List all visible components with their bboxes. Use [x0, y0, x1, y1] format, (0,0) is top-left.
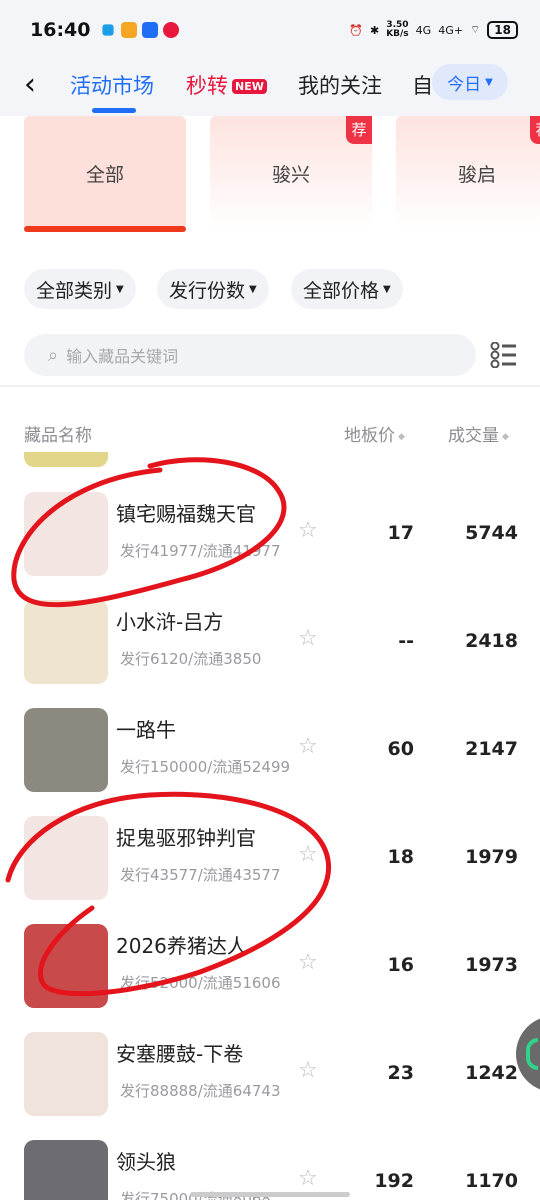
search-icon: ⌕ [48, 344, 59, 366]
caret-down-icon: ▼ [249, 283, 257, 295]
bluetooth-icon: ✱ [369, 23, 380, 37]
partial-thumbnail [24, 452, 108, 467]
item-floor-price: 192 [374, 1170, 414, 1192]
filter-issue-count[interactable]: 发行份数 ▼ [157, 269, 269, 309]
caret-down-icon: ▼ [116, 283, 124, 295]
filter-category[interactable]: 全部类别 ▼ [24, 269, 136, 309]
top-nav: ‹ 活动市场 秒转 NEW 我的关注 自 今日 ▼ [0, 60, 540, 116]
search-input[interactable]: ⌕ 输入藏品关键词 [24, 334, 476, 376]
item-volume: 1242 [465, 1062, 518, 1084]
divider [0, 385, 540, 387]
item-floor-price: 23 [387, 1062, 414, 1084]
item-floor-price: -- [398, 630, 414, 652]
item-issue-info: 发行41977/流通41977 [120, 542, 281, 560]
app-notification-icon [102, 24, 115, 36]
sort-icon: ◆ [398, 432, 405, 442]
item-volume: 1170 [465, 1170, 518, 1192]
caret-down-icon: ▼ [485, 76, 493, 88]
item-floor-price: 17 [387, 522, 414, 544]
column-name-header: 藏品名称 [24, 426, 92, 446]
item-thumbnail [24, 1140, 108, 1200]
item-volume: 2418 [465, 630, 518, 652]
item-issue-info: 发行6120/流通3850 [120, 650, 262, 668]
app-notification-icon [121, 22, 138, 38]
signal-icon: 4G [415, 23, 432, 37]
column-volume-header[interactable]: 成交量 ◆ [448, 421, 509, 446]
home-indicator [190, 1192, 350, 1197]
app-notification-icon [163, 22, 180, 38]
status-time: 16:40 [30, 19, 91, 41]
favorite-star-icon[interactable]: ☆ [298, 734, 318, 759]
sort-icon: ◆ [502, 432, 509, 442]
float-icon [526, 1038, 538, 1070]
wifi-icon: ⌔ [469, 23, 481, 36]
item-issue-info: 发行88888/流通64743 [120, 1082, 281, 1100]
active-tab-indicator [92, 108, 136, 113]
battery-icon: 18 [487, 21, 518, 39]
favorite-star-icon[interactable]: ☆ [298, 1058, 318, 1083]
list-item[interactable]: 捉鬼驱邪钟判官 发行43577/流通43577 ☆ 18 1979 [0, 816, 540, 924]
item-volume: 1979 [465, 846, 518, 868]
item-issue-info: 发行52000/流通51606 [120, 974, 281, 992]
list-item[interactable]: 镇宅赐福魏天官 发行41977/流通41977 ☆ 17 5744 [0, 492, 540, 600]
favorite-star-icon[interactable]: ☆ [298, 842, 318, 867]
column-price-header[interactable]: 地板价 ◆ [344, 421, 405, 446]
item-thumbnail [24, 600, 108, 684]
item-volume: 2147 [465, 738, 518, 760]
list-item[interactable]: 领头狼 发行75000/流通8068 ☆ 192 1170 [0, 1140, 540, 1200]
tab-more[interactable]: 自 [412, 70, 433, 100]
item-name: 小水浒-吕方 [116, 610, 224, 634]
caret-down-icon: ▼ [383, 283, 391, 295]
item-name: 安塞腰鼓-下卷 [116, 1042, 244, 1066]
new-badge: NEW [232, 79, 267, 94]
alarm-icon: ⏰ [349, 23, 363, 37]
item-name: 一路牛 [116, 718, 176, 742]
list-item[interactable]: 2026养猪达人 发行52000/流通51606 ☆ 16 1973 [0, 924, 540, 1032]
signal-icon: 4G+ [438, 23, 463, 37]
favorite-star-icon[interactable]: ☆ [298, 518, 318, 543]
category-indicator [24, 226, 186, 232]
item-thumbnail [24, 924, 108, 1008]
item-name: 镇宅赐福魏天官 [116, 502, 256, 526]
category-junqi[interactable]: 骏启 [396, 116, 540, 230]
list-item[interactable]: 安塞腰鼓-下卷 发行88888/流通64743 ☆ 23 1242 [0, 1032, 540, 1140]
item-floor-price: 18 [387, 846, 414, 868]
list-item[interactable]: 小水浒-吕方 发行6120/流通3850 ☆ -- 2418 [0, 600, 540, 708]
category-all[interactable]: 全部 [24, 116, 186, 230]
back-icon[interactable]: ‹ [24, 70, 36, 100]
recommend-tag: 荐 [346, 116, 372, 144]
tab-my-follows[interactable]: 我的关注 [298, 70, 382, 100]
item-name: 领头狼 [116, 1150, 176, 1174]
item-issue-info: 发行43577/流通43577 [120, 866, 281, 884]
item-thumbnail [24, 816, 108, 900]
item-volume: 1973 [465, 954, 518, 976]
search-placeholder: 输入藏品关键词 [66, 347, 179, 366]
network-speed: 3.50 KB/s [386, 20, 409, 39]
tab-activity-market[interactable]: 活动市场 [70, 70, 154, 100]
item-floor-price: 60 [387, 738, 414, 760]
item-thumbnail [24, 1032, 108, 1116]
item-name: 捉鬼驱邪钟判官 [116, 826, 256, 850]
recommend-tag: 荐 [530, 116, 540, 144]
app-notification-icon [142, 22, 159, 38]
favorite-star-icon[interactable]: ☆ [298, 950, 318, 975]
item-volume: 5744 [465, 522, 518, 544]
filter-price[interactable]: 全部价格 ▼ [291, 269, 403, 309]
item-thumbnail [24, 708, 108, 792]
item-name: 2026养猪达人 [116, 934, 247, 958]
list-item[interactable]: 一路牛 发行150000/流通52499 ☆ 60 2147 [0, 708, 540, 816]
item-issue-info: 发行150000/流通52499 [120, 758, 291, 776]
item-thumbnail [24, 492, 108, 576]
favorite-star-icon[interactable]: ☆ [298, 1166, 318, 1191]
period-dropdown[interactable]: 今日 ▼ [432, 64, 508, 100]
list-view-icon[interactable] [490, 342, 518, 368]
item-floor-price: 16 [387, 954, 414, 976]
status-bar: 16:40 ⏰ ✱ 3.50 KB/s 4G 4G+ ⌔ 18 [0, 0, 540, 60]
favorite-star-icon[interactable]: ☆ [298, 626, 318, 651]
notification-icons [100, 22, 180, 38]
tab-quick-transfer[interactable]: 秒转 NEW [186, 70, 267, 100]
